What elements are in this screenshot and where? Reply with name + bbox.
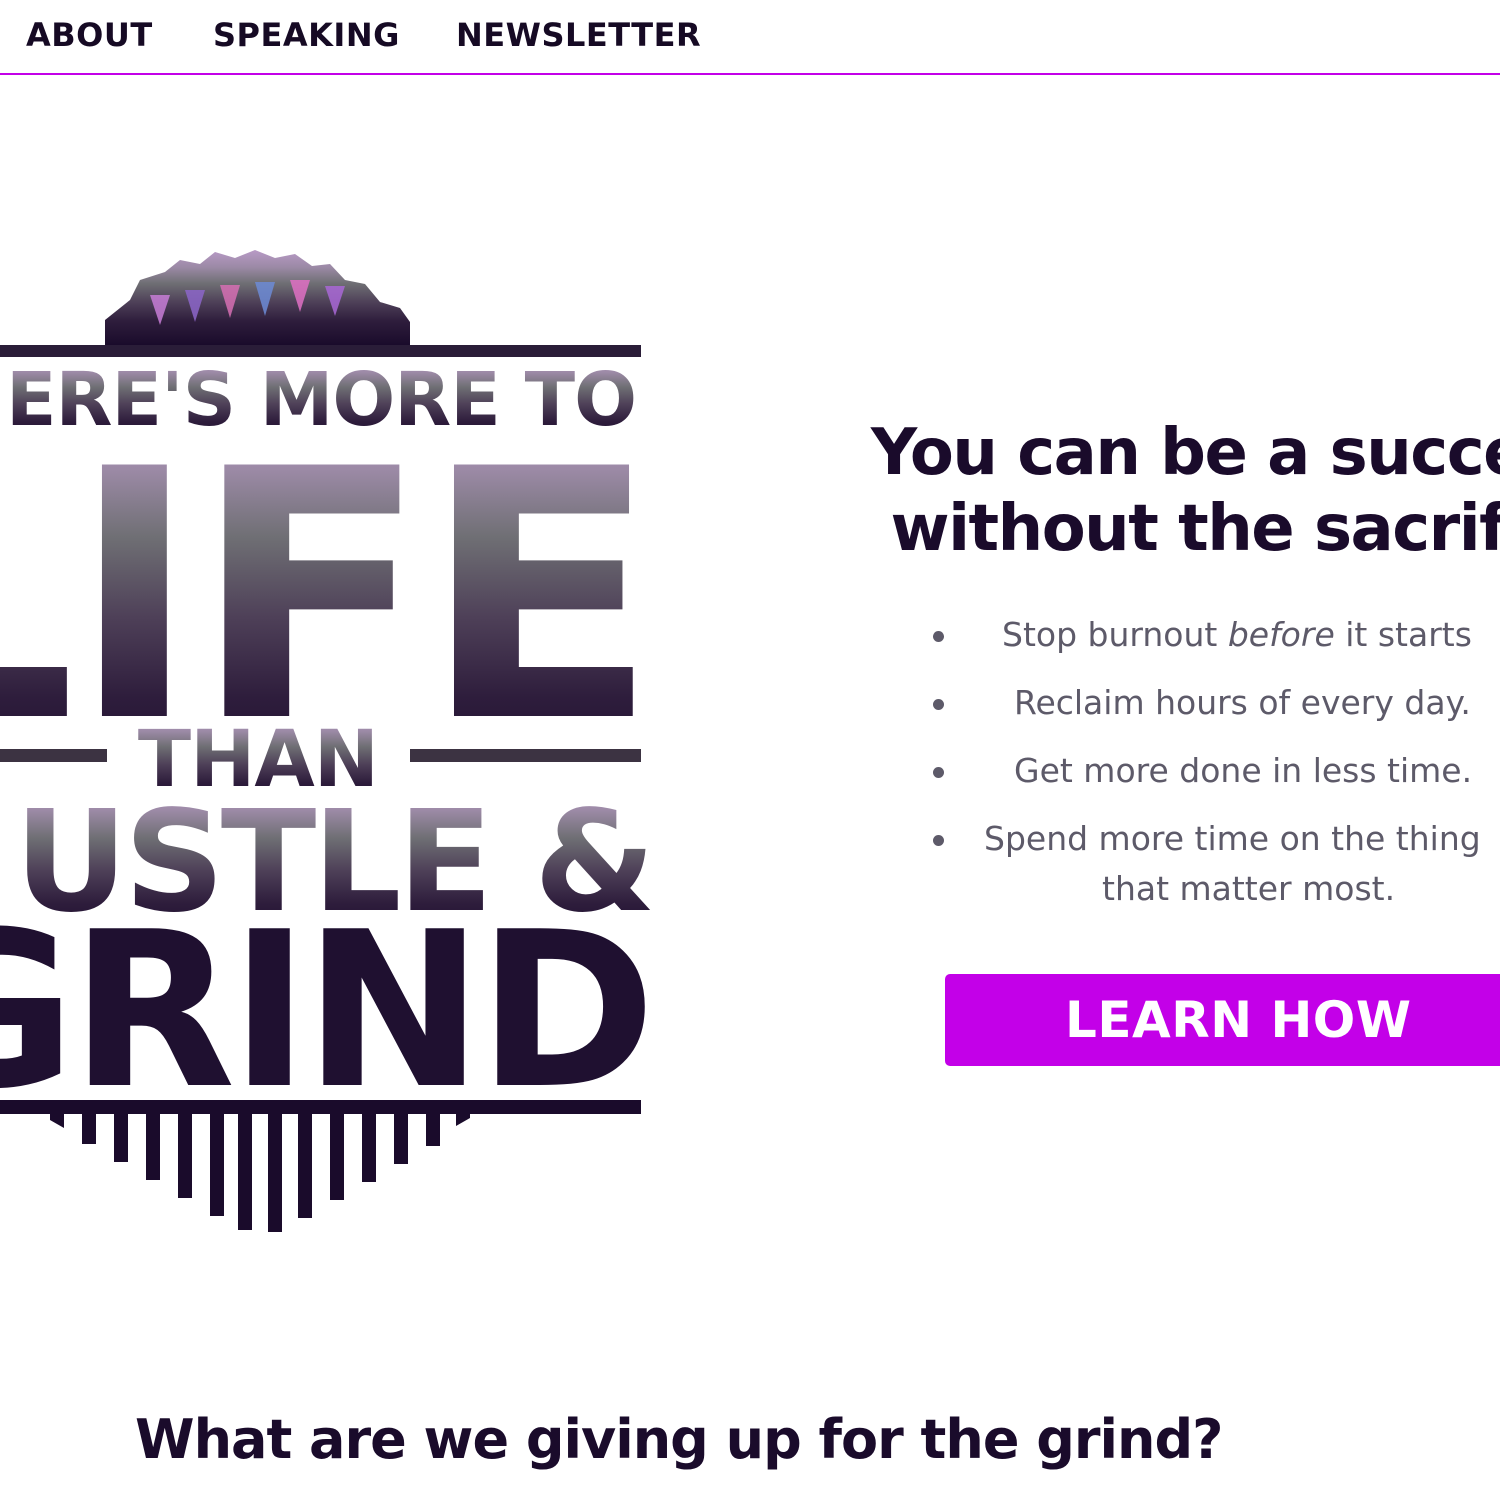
benefit-text: Reclaim hours of every day. [1014, 683, 1471, 722]
benefits-list: Stop burnout before it starts Reclaim ho… [920, 610, 1500, 932]
bullet-icon [933, 835, 944, 846]
hero-badge-image: ERE'S MORE TO LIFE THAN USTLE & GRIND [0, 250, 660, 1235]
bullet-icon [933, 631, 944, 642]
hero-headline-line-1: You can be a succe [870, 416, 1500, 490]
nav-speaking-link[interactable]: SPEAKING [213, 16, 400, 54]
benefit-item: Spend more time on the thing that matter… [920, 814, 1500, 914]
nav-newsletter-link[interactable]: NEWSLETTER [456, 16, 701, 54]
section-heading: What are we giving up for the grind? [135, 1408, 1223, 1471]
badge-line-5: GRIND [0, 885, 650, 1136]
benefit-text: Spend more time on the thing [984, 819, 1481, 858]
bullet-icon [933, 767, 944, 778]
hero-headline-line-2: without the sacrif [890, 492, 1500, 566]
nav-about-link[interactable]: ABOUT [26, 16, 153, 54]
benefit-text: Get more done in less time. [1014, 751, 1473, 790]
badge-graphic: ERE'S MORE TO LIFE THAN USTLE & GRIND [0, 250, 658, 1232]
benefit-text: it starts [1334, 615, 1472, 654]
badge-crown-shape [105, 250, 410, 345]
learn-how-button[interactable]: LEARN HOW [945, 974, 1500, 1066]
top-nav: ABOUT SPEAKING NEWSLETTER [0, 0, 1500, 75]
benefit-item: Get more done in less time. [920, 746, 1500, 796]
hero-headline: You can be a succe without the sacrif [848, 415, 1500, 567]
benefit-text: Stop burnout [1002, 615, 1228, 654]
benefit-emphasis: before [1227, 615, 1335, 654]
benefit-text: that matter most. [1102, 869, 1396, 908]
benefit-item: Reclaim hours of every day. [920, 678, 1500, 728]
bullet-icon [933, 699, 944, 710]
benefit-item: Stop burnout before it starts [920, 610, 1500, 660]
